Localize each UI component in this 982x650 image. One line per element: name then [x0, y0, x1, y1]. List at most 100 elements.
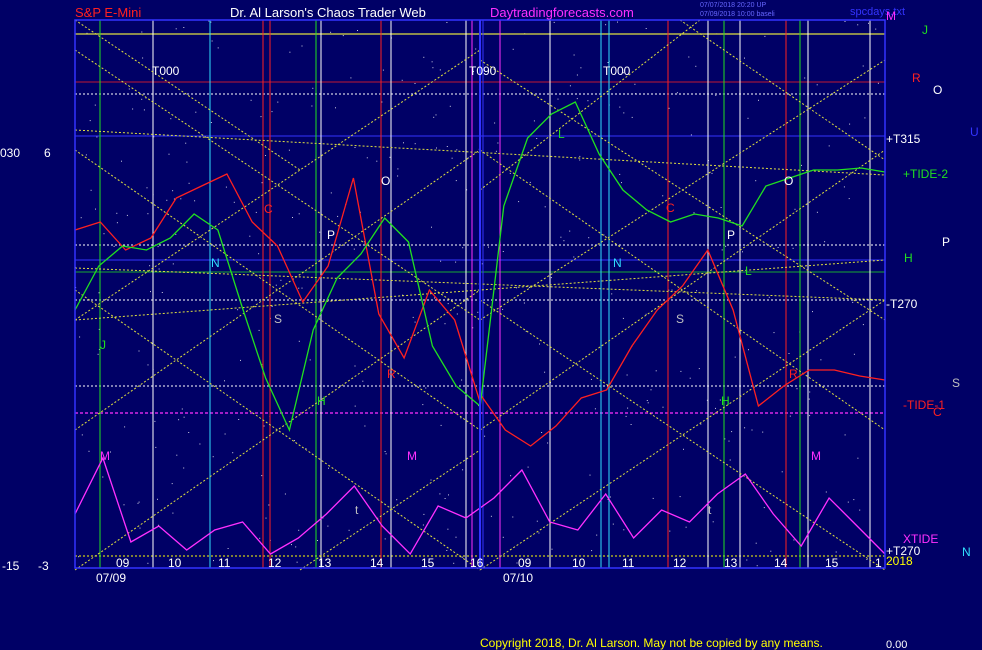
star: [857, 24, 859, 26]
star: [843, 186, 845, 188]
planet-marker: M: [811, 449, 821, 463]
star: [237, 309, 239, 311]
star: [147, 213, 149, 215]
star: [141, 31, 143, 33]
star: [328, 467, 329, 469]
star: [607, 62, 609, 63]
star: [763, 507, 765, 509]
star: [569, 230, 571, 232]
x-tick-label: 15: [825, 556, 839, 570]
star: [816, 211, 818, 213]
planet-marker: S: [274, 312, 282, 326]
star: [447, 528, 449, 530]
star: [440, 424, 442, 426]
star: [425, 387, 427, 389]
star: [255, 211, 257, 213]
right-label: +T315: [886, 132, 921, 146]
planet-marker: C: [666, 201, 675, 215]
top-label: T000: [152, 64, 180, 78]
star: [364, 425, 366, 427]
star: [414, 321, 416, 323]
star: [335, 107, 336, 109]
star: [698, 368, 700, 370]
star: [689, 377, 691, 379]
star: [462, 556, 464, 558]
star: [295, 546, 297, 548]
left-scale-top-left: 030: [0, 146, 20, 160]
star: [311, 105, 313, 107]
star: [502, 308, 504, 310]
planet-marker: J: [100, 338, 106, 352]
x-tick-label: 11: [622, 556, 635, 570]
planet-marker: S: [676, 312, 684, 326]
star: [455, 261, 457, 263]
star: [284, 493, 286, 495]
star: [79, 336, 81, 338]
star: [683, 448, 684, 450]
star: [224, 380, 225, 382]
star: [669, 530, 671, 532]
right-label: P: [942, 235, 950, 249]
star: [768, 296, 770, 298]
star: [864, 117, 866, 119]
star: [444, 323, 446, 325]
star: [623, 112, 625, 114]
star: [385, 453, 387, 455]
star: [157, 498, 158, 500]
star: [576, 74, 578, 76]
star: [166, 199, 168, 201]
star: [536, 138, 538, 139]
planet-marker: O: [381, 174, 390, 188]
star: [172, 190, 174, 192]
star: [747, 117, 749, 119]
star: [451, 157, 453, 159]
star: [96, 136, 98, 138]
star: [384, 538, 386, 540]
star: [523, 302, 525, 304]
star: [431, 61, 433, 63]
star: [403, 142, 404, 144]
star: [180, 198, 182, 200]
star: [397, 168, 399, 170]
star: [794, 208, 796, 210]
star: [227, 548, 229, 549]
star: [875, 28, 877, 30]
stamp-line-1: 07/07/2018 20:20 UP: [700, 2, 766, 9]
planet-marker: R: [789, 367, 798, 381]
star: [728, 440, 730, 442]
star: [414, 143, 416, 145]
star: [298, 287, 300, 289]
star: [353, 248, 355, 250]
star: [579, 159, 581, 161]
right-label: H: [904, 251, 913, 265]
star: [809, 415, 811, 417]
url-link[interactable]: Daytradingforecasts.com: [490, 5, 634, 20]
star: [123, 504, 125, 506]
star: [423, 513, 425, 515]
star: [647, 402, 649, 404]
star: [862, 324, 864, 326]
star: [362, 380, 364, 382]
star: [440, 260, 442, 262]
x-tick-label: 13: [724, 556, 738, 570]
star: [149, 265, 151, 267]
star: [210, 21, 212, 23]
star: [137, 502, 139, 504]
star: [868, 22, 869, 24]
star: [342, 35, 344, 37]
star: [550, 277, 552, 279]
star: [793, 539, 795, 541]
star: [161, 292, 163, 293]
star: [612, 523, 614, 525]
planet-marker: H: [317, 394, 326, 408]
star: [225, 186, 227, 188]
star: [432, 67, 434, 69]
star: [327, 525, 329, 527]
star: [693, 212, 695, 214]
star: [509, 172, 511, 174]
star: [544, 371, 546, 373]
star: [292, 217, 293, 218]
star: [680, 370, 682, 372]
star: [553, 21, 555, 23]
star: [847, 501, 849, 503]
